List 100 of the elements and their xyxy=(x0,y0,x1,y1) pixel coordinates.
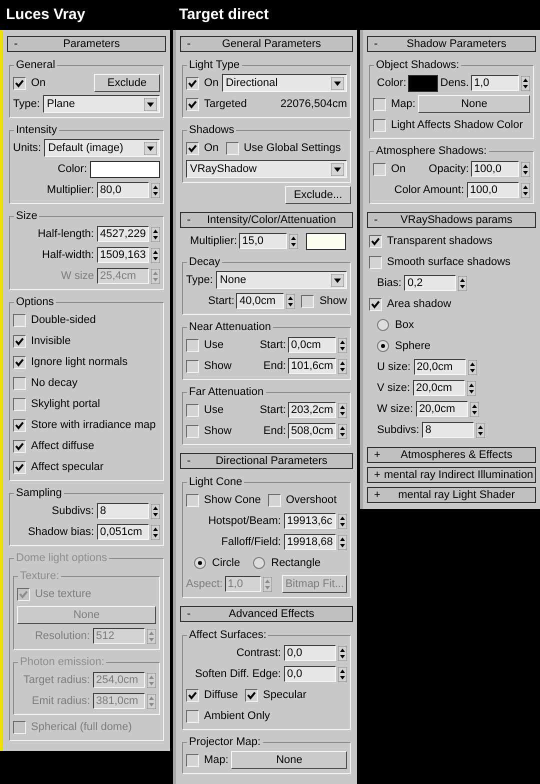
checkbox-label[interactable]: Skylight portal xyxy=(31,396,100,412)
spinner-arrows-icon[interactable] xyxy=(338,534,347,550)
spinner-arrows-icon[interactable] xyxy=(467,380,476,396)
dropdown-arrow-icon[interactable] xyxy=(144,98,157,110)
spinner-arrows-icon[interactable] xyxy=(338,666,347,682)
number-field[interactable]: 0,0cm xyxy=(288,337,336,353)
dropdown-arrow-icon[interactable] xyxy=(331,76,344,90)
spinner-arrows-icon[interactable] xyxy=(521,76,530,90)
radio-button[interactable] xyxy=(377,319,389,331)
number-field[interactable]: 508,0cm xyxy=(288,423,336,439)
checkbox-label[interactable]: Map: xyxy=(391,96,416,112)
push-button[interactable]: None xyxy=(231,751,347,769)
spinner-arrows-icon[interactable] xyxy=(458,276,468,290)
checkbox-label[interactable]: Affect specular xyxy=(31,458,104,476)
checkbox[interactable] xyxy=(301,294,314,308)
spinner-arrows-icon[interactable] xyxy=(151,524,160,540)
rollout-header[interactable]: - Shadow Parameters xyxy=(367,36,536,52)
number-field[interactable]: 100,0 xyxy=(471,161,519,177)
checkbox-label[interactable]: On xyxy=(391,160,406,178)
rollout-title[interactable]: Shadow Parameters xyxy=(384,36,529,52)
checkbox[interactable] xyxy=(186,360,199,372)
rollout-header[interactable]: - Directional Parameters xyxy=(180,453,353,469)
checkbox[interactable] xyxy=(13,314,26,326)
checkbox-label[interactable]: Light Affects Shadow Color xyxy=(391,116,523,134)
checkbox-label[interactable]: Show xyxy=(204,358,232,374)
color-swatch[interactable] xyxy=(408,74,438,92)
number-field[interactable]: 40,0cm xyxy=(236,293,284,309)
dropdown-arrow-icon[interactable] xyxy=(144,142,157,154)
rollout-header[interactable]: - VRayShadows params xyxy=(367,212,536,228)
rollout-title[interactable]: Parameters xyxy=(24,36,159,52)
checkbox-label[interactable]: On xyxy=(204,140,219,156)
spinner-arrows-icon[interactable] xyxy=(151,248,160,262)
checkbox-label[interactable]: On xyxy=(204,74,219,92)
rollout-header[interactable]: - Advanced Effects xyxy=(180,606,353,622)
spinner-arrows-icon[interactable] xyxy=(338,646,347,660)
number-field[interactable]: 80,0 xyxy=(97,182,149,198)
spinner-arrows-icon[interactable] xyxy=(468,360,477,374)
dropdown[interactable]: Plane xyxy=(42,95,160,113)
checkbox[interactable] xyxy=(13,460,26,474)
radio-button[interactable] xyxy=(253,557,266,569)
checkbox[interactable] xyxy=(13,398,26,410)
rollout-title[interactable]: mental ray Light Shader xyxy=(384,486,529,504)
checkbox[interactable] xyxy=(369,298,382,310)
dropdown[interactable]: VRayShadow xyxy=(186,160,347,178)
spinner-arrows-icon[interactable] xyxy=(521,162,530,176)
dropdown[interactable]: None xyxy=(216,271,347,289)
checkbox[interactable] xyxy=(13,418,26,432)
number-field[interactable]: 0,051cm xyxy=(97,524,149,540)
spinner-arrows-icon[interactable] xyxy=(338,402,347,418)
checkbox-label[interactable]: Store with irradiance map xyxy=(31,416,156,434)
number-field[interactable]: 0,2 xyxy=(404,275,456,291)
number-field[interactable]: 20,0cm xyxy=(416,401,468,417)
checkbox[interactable] xyxy=(245,688,258,702)
spinner-arrows-icon[interactable] xyxy=(151,182,160,198)
number-field[interactable]: 4527,229 xyxy=(97,226,149,242)
rollout-toggle[interactable]: - xyxy=(187,606,197,622)
checkbox-label[interactable]: Use xyxy=(204,402,224,418)
radio-button[interactable] xyxy=(377,340,389,352)
rollout-toggle[interactable]: + xyxy=(374,446,384,464)
checkbox-label[interactable]: Map: xyxy=(204,752,228,768)
dropdown-arrow-icon[interactable] xyxy=(331,274,344,286)
checkbox[interactable] xyxy=(186,754,199,766)
push-button[interactable]: None xyxy=(418,95,530,113)
checkbox[interactable] xyxy=(186,424,199,438)
rollout-title[interactable]: mental ray Indirect Illumination xyxy=(384,466,534,484)
spinner-arrows-icon[interactable] xyxy=(470,402,480,416)
number-field[interactable]: 203,2cm xyxy=(288,402,336,418)
checkbox[interactable] xyxy=(13,334,26,348)
checkbox[interactable] xyxy=(373,118,386,132)
checkbox-label[interactable]: No decay xyxy=(31,374,78,392)
spinner-arrows-icon[interactable] xyxy=(338,514,347,528)
checkbox[interactable] xyxy=(186,494,199,506)
radio-button[interactable] xyxy=(194,557,206,569)
checkbox-label[interactable]: Use Global Settings xyxy=(244,140,341,156)
spinner-arrows-icon[interactable] xyxy=(289,234,298,248)
spinner-arrows-icon[interactable] xyxy=(476,422,486,438)
spinner-arrows-icon[interactable] xyxy=(338,424,347,438)
checkbox[interactable] xyxy=(13,376,26,390)
checkbox[interactable] xyxy=(226,142,239,154)
number-field[interactable]: 0,0 xyxy=(284,645,336,661)
checkbox-label[interactable]: Double-sided xyxy=(31,312,96,328)
rollout-header[interactable]: + mental ray Light Shader xyxy=(367,487,536,503)
number-field[interactable]: 15,0 xyxy=(239,233,288,249)
rollout-title[interactable]: General Parameters xyxy=(197,36,346,52)
rollout-toggle[interactable]: - xyxy=(187,452,197,470)
radio-label[interactable]: Rectangle xyxy=(271,554,321,572)
rollout-toggle[interactable]: - xyxy=(374,36,384,52)
checkbox-label[interactable]: Diffuse xyxy=(204,686,238,704)
checkbox[interactable] xyxy=(13,440,26,452)
checkbox[interactable] xyxy=(186,98,199,110)
rollout-toggle[interactable]: - xyxy=(374,212,384,228)
spinner-arrows-icon[interactable] xyxy=(286,294,296,308)
checkbox[interactable] xyxy=(13,356,26,368)
spinner-arrows-icon[interactable] xyxy=(338,358,347,374)
number-field[interactable]: 0,0 xyxy=(284,666,336,682)
number-field[interactable]: 20,0cm xyxy=(414,359,466,375)
push-button[interactable]: Exclude xyxy=(94,74,160,92)
checkbox[interactable] xyxy=(373,162,386,176)
rollout-toggle[interactable]: - xyxy=(14,36,24,52)
number-field[interactable]: 8 xyxy=(422,422,474,438)
